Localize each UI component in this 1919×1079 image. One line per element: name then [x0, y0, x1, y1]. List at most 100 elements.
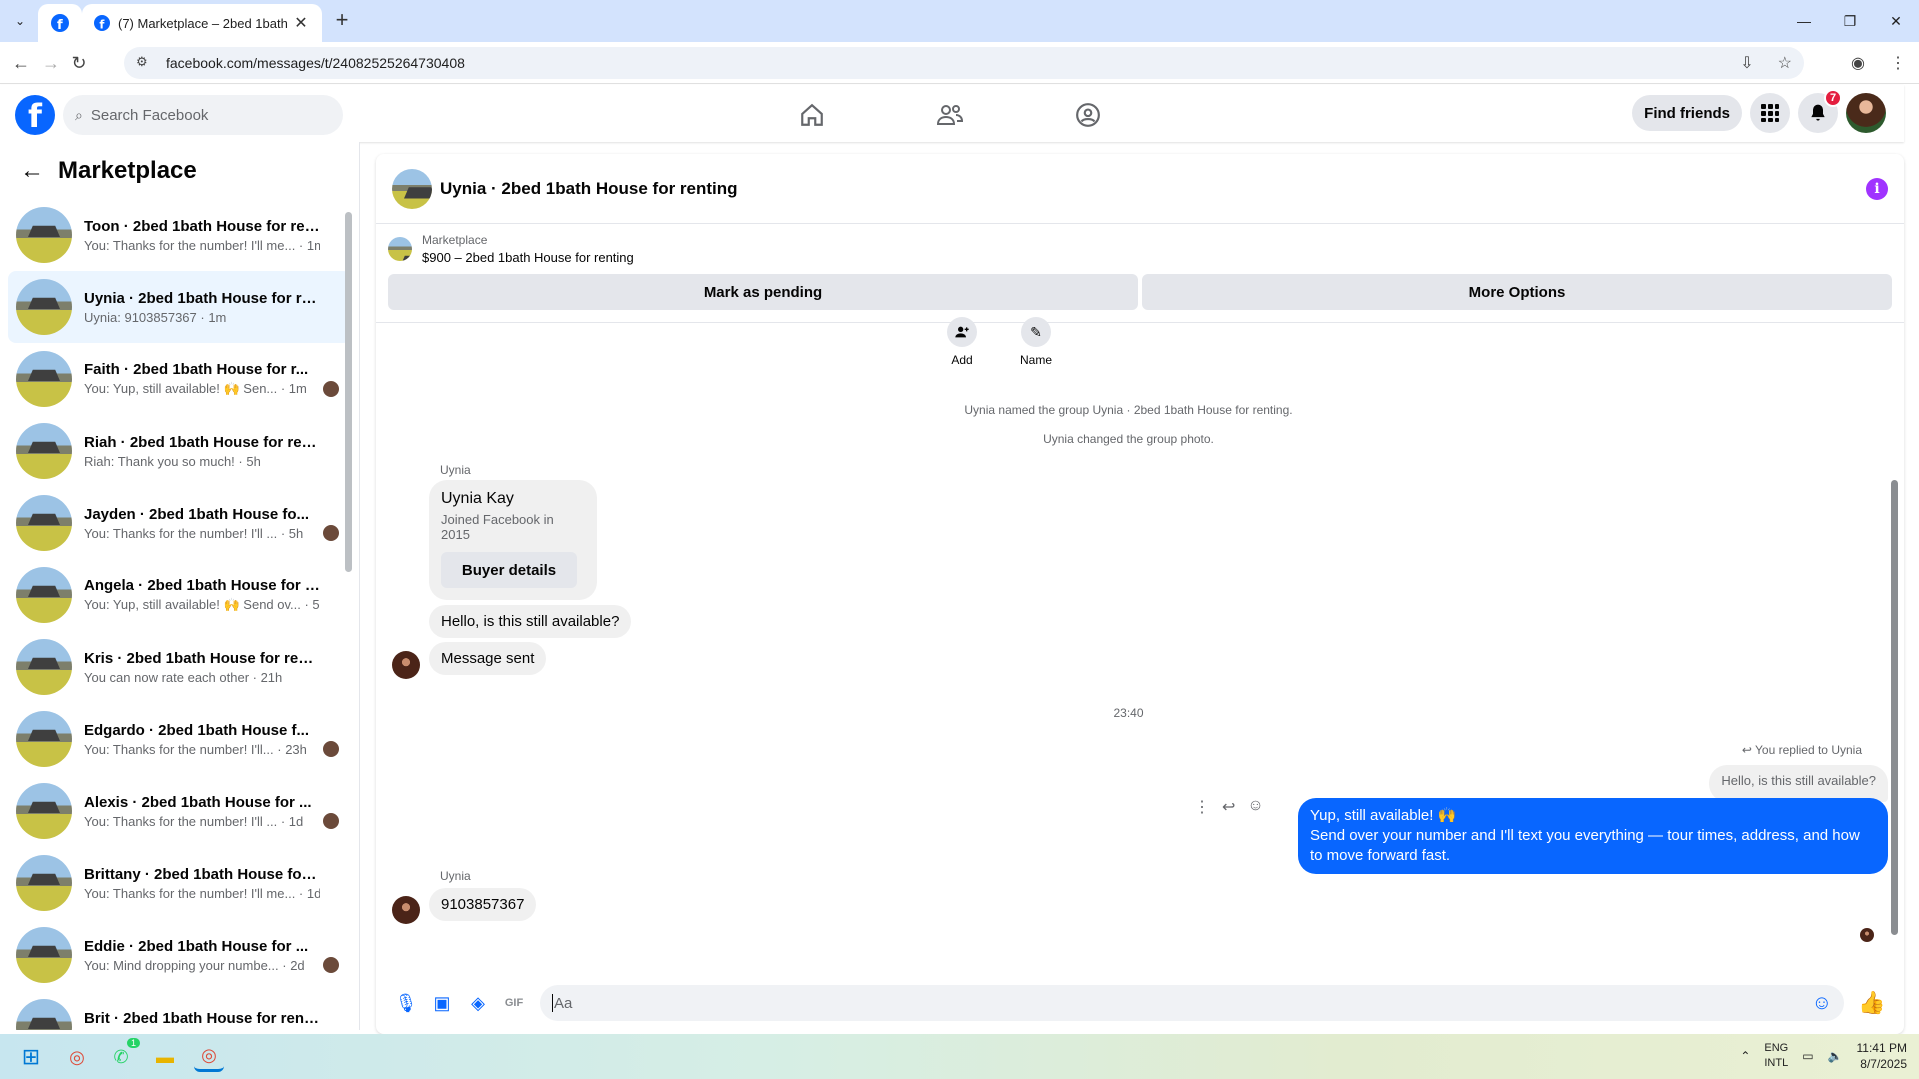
sender-avatar[interactable] — [392, 896, 420, 924]
conversation-item[interactable]: Brittany · 2bed 1bath House for ... You: … — [8, 847, 351, 919]
whatsapp-badge: 1 — [126, 1038, 140, 1048]
info-icon[interactable]: i — [1866, 177, 1888, 200]
back-arrow-icon[interactable]: ← — [20, 157, 44, 185]
thumbs-up-icon[interactable]: 👍 — [1852, 990, 1892, 1016]
find-friends-button[interactable]: Find friends — [1632, 95, 1742, 131]
chat-pane: Uynia · 2bed 1bath House for renting i M… — [376, 154, 1904, 1034]
home-nav-icon[interactable] — [782, 93, 842, 137]
chrome-icon[interactable]: ◎ — [62, 1042, 92, 1072]
conversation-item[interactable]: Faith · 2bed 1bath House for r... You: Yu… — [8, 343, 351, 415]
active-browser-tab[interactable]: f (7) Marketplace – 2bed 1bath H ✕ — [82, 4, 322, 42]
whatsapp-icon[interactable]: ✆ 1 — [106, 1038, 140, 1072]
conversation-item[interactable]: Eddie · 2bed 1bath House for ... You: Min… — [8, 919, 351, 991]
restore-icon[interactable]: ❐ — [1827, 0, 1873, 42]
incoming-message[interactable]: Message sent — [429, 642, 547, 675]
address-bar[interactable]: ⚙ facebook.com/messages/t/24082525264730… — [124, 47, 1804, 79]
file-explorer-icon[interactable]: ▬ — [150, 1042, 180, 1072]
account-avatar[interactable] — [1846, 93, 1886, 133]
conversation-item[interactable]: Toon · 2bed 1bath House for ren... You: T… — [8, 199, 351, 271]
pinned-facebook-tab[interactable]: f — [38, 4, 82, 42]
listing-summary[interactable]: Marketplace $900 – 2bed 1bath House for … — [376, 224, 1904, 274]
clock[interactable]: 11:41 PM 8/7/2025 — [1857, 1040, 1907, 1072]
group-photo[interactable] — [392, 168, 432, 209]
volume-icon[interactable]: 🔈 — [1828, 1049, 1843, 1063]
name-group-button[interactable]: ✎ Name — [1011, 317, 1061, 367]
microphone-icon[interactable]: 🎙 — [388, 985, 424, 1021]
tab-close-icon[interactable]: ✕ — [292, 13, 310, 33]
facebook-logo[interactable]: f — [15, 95, 55, 135]
photo-icon[interactable]: ▣ — [424, 985, 460, 1021]
buyer-details-button[interactable]: Buyer details — [441, 552, 577, 588]
groups-nav-icon[interactable] — [1058, 93, 1118, 137]
thread-scroll-thumb[interactable] — [1891, 480, 1898, 935]
profile-icon[interactable]: ◉ — [1845, 50, 1871, 76]
buyer-joined: Joined Facebook in 2015 — [441, 512, 554, 542]
menu-grid-icon[interactable] — [1750, 93, 1790, 133]
sticker-icon[interactable]: ◈ — [460, 985, 496, 1021]
conversation-item[interactable]: Kris · 2bed 1bath House for renti... You … — [8, 631, 351, 703]
add-person-button[interactable]: Add — [942, 317, 982, 367]
more-options-button[interactable]: More Options — [1142, 274, 1892, 310]
forward-arrow-icon[interactable]: → — [38, 50, 64, 76]
quoted-message[interactable]: Hello, is this still available? — [1709, 765, 1888, 802]
install-app-icon[interactable]: ⇩ — [1740, 53, 1753, 73]
conversation-item[interactable]: Brit · 2bed 1bath House for renti... Brit… — [8, 991, 351, 1030]
back-arrow-icon[interactable]: ← — [8, 50, 34, 76]
browser-tab-strip: ⌄ f f (7) Marketplace – 2bed 1bath H ✕ +… — [0, 0, 1919, 42]
network-icon[interactable]: ▭ — [1802, 1049, 1813, 1063]
bookmark-star-icon[interactable]: ☆ — [1778, 53, 1792, 73]
sidebar-scrollbar[interactable] — [345, 212, 352, 572]
close-window-icon[interactable]: ✕ — [1873, 0, 1919, 42]
minimize-icon[interactable]: — — [1781, 0, 1827, 42]
facebook-favicon-icon: f — [51, 14, 69, 32]
reply-arrow-icon: ↩ — [1741, 743, 1752, 757]
tab-search-chevron-icon[interactable]: ⌄ — [8, 9, 32, 33]
chrome-active-icon[interactable]: ◎ — [194, 1042, 224, 1072]
conversation-item[interactable]: Uynia · 2bed 1bath House for re... Uynia:… — [8, 271, 351, 343]
gif-icon[interactable]: GIF — [496, 985, 532, 1021]
message-actions: ⋮ ↩ ☺ — [1194, 797, 1264, 817]
conversation-name: Uynia · 2bed 1bath House for re... — [84, 289, 320, 307]
pencil-icon: ✎ — [1021, 317, 1051, 347]
chat-title[interactable]: Uynia · 2bed 1bath House for renting — [440, 179, 738, 199]
friends-nav-icon[interactable] — [920, 93, 980, 137]
browser-menu-icon[interactable]: ⋮ — [1885, 50, 1911, 76]
conversation-name: Alexis · 2bed 1bath House for ... — [84, 793, 312, 811]
emoji-icon[interactable]: ☺ — [1812, 992, 1832, 1015]
site-info-icon[interactable]: ⚙ — [136, 54, 154, 72]
outgoing-message[interactable]: Yup, still available! 🙌 Send over your n… — [1298, 798, 1888, 874]
notifications-bell-icon[interactable]: 7 — [1798, 89, 1842, 133]
conversation-preview: Riah: Thank you so much! · 5h — [84, 453, 261, 469]
conversation-name: Jayden · 2bed 1bath House fo... — [84, 505, 310, 523]
conversation-preview: You can now rate each other · 21h — [84, 669, 283, 685]
mark-as-pending-button[interactable]: Mark as pending — [388, 274, 1138, 310]
timestamp: 23:40 — [1113, 706, 1144, 720]
sender-avatar[interactable] — [392, 651, 420, 679]
windows-start-icon[interactable]: ⊞ — [16, 1042, 46, 1072]
listing-thumbnail — [16, 207, 72, 263]
outgoing-line-1: Yup, still available! 🙌 — [1310, 807, 1457, 824]
language-indicator[interactable]: ENG INTL — [1764, 1041, 1788, 1071]
new-tab-button[interactable]: + — [330, 9, 354, 33]
thread-scrollbar[interactable] — [1890, 320, 1898, 940]
more-actions-icon[interactable]: ⋮ — [1194, 797, 1210, 817]
reply-icon[interactable]: ↩ — [1222, 797, 1235, 817]
facebook-favicon-icon: f — [94, 15, 110, 31]
incoming-message[interactable]: Hello, is this still available? — [429, 605, 632, 638]
reload-icon[interactable]: ↻ — [66, 50, 92, 76]
conversation-item[interactable]: Alexis · 2bed 1bath House for ... You: Th… — [8, 775, 351, 847]
conversation-item[interactable]: Riah · 2bed 1bath House for rent... Riah:… — [8, 415, 351, 487]
conversation-item[interactable]: Edgardo · 2bed 1bath House f... You: Than… — [8, 703, 351, 775]
listing-title: $900 – 2bed 1bath House for renting — [422, 250, 634, 265]
react-smiley-icon[interactable]: ☺ — [1247, 797, 1263, 817]
listing-thumbnail — [16, 927, 72, 983]
incoming-message[interactable]: 9103857367 — [429, 888, 537, 921]
system-note-named: Uynia named the group Uynia · 2bed 1bath… — [964, 403, 1293, 417]
replied-to-label: ↩ You replied to Uynia — [1742, 743, 1862, 757]
listing-thumbnail — [16, 423, 72, 479]
show-hidden-icons-icon[interactable]: ⌃ — [1740, 1049, 1750, 1063]
conversation-item[interactable]: Angela · 2bed 1bath House for r... You: Y… — [8, 559, 351, 631]
facebook-search-input[interactable]: ⌕ Search Facebook — [63, 95, 343, 135]
conversation-item[interactable]: Jayden · 2bed 1bath House fo... You: Than… — [8, 487, 351, 559]
message-input[interactable]: Aa ☺ — [540, 985, 1844, 1021]
